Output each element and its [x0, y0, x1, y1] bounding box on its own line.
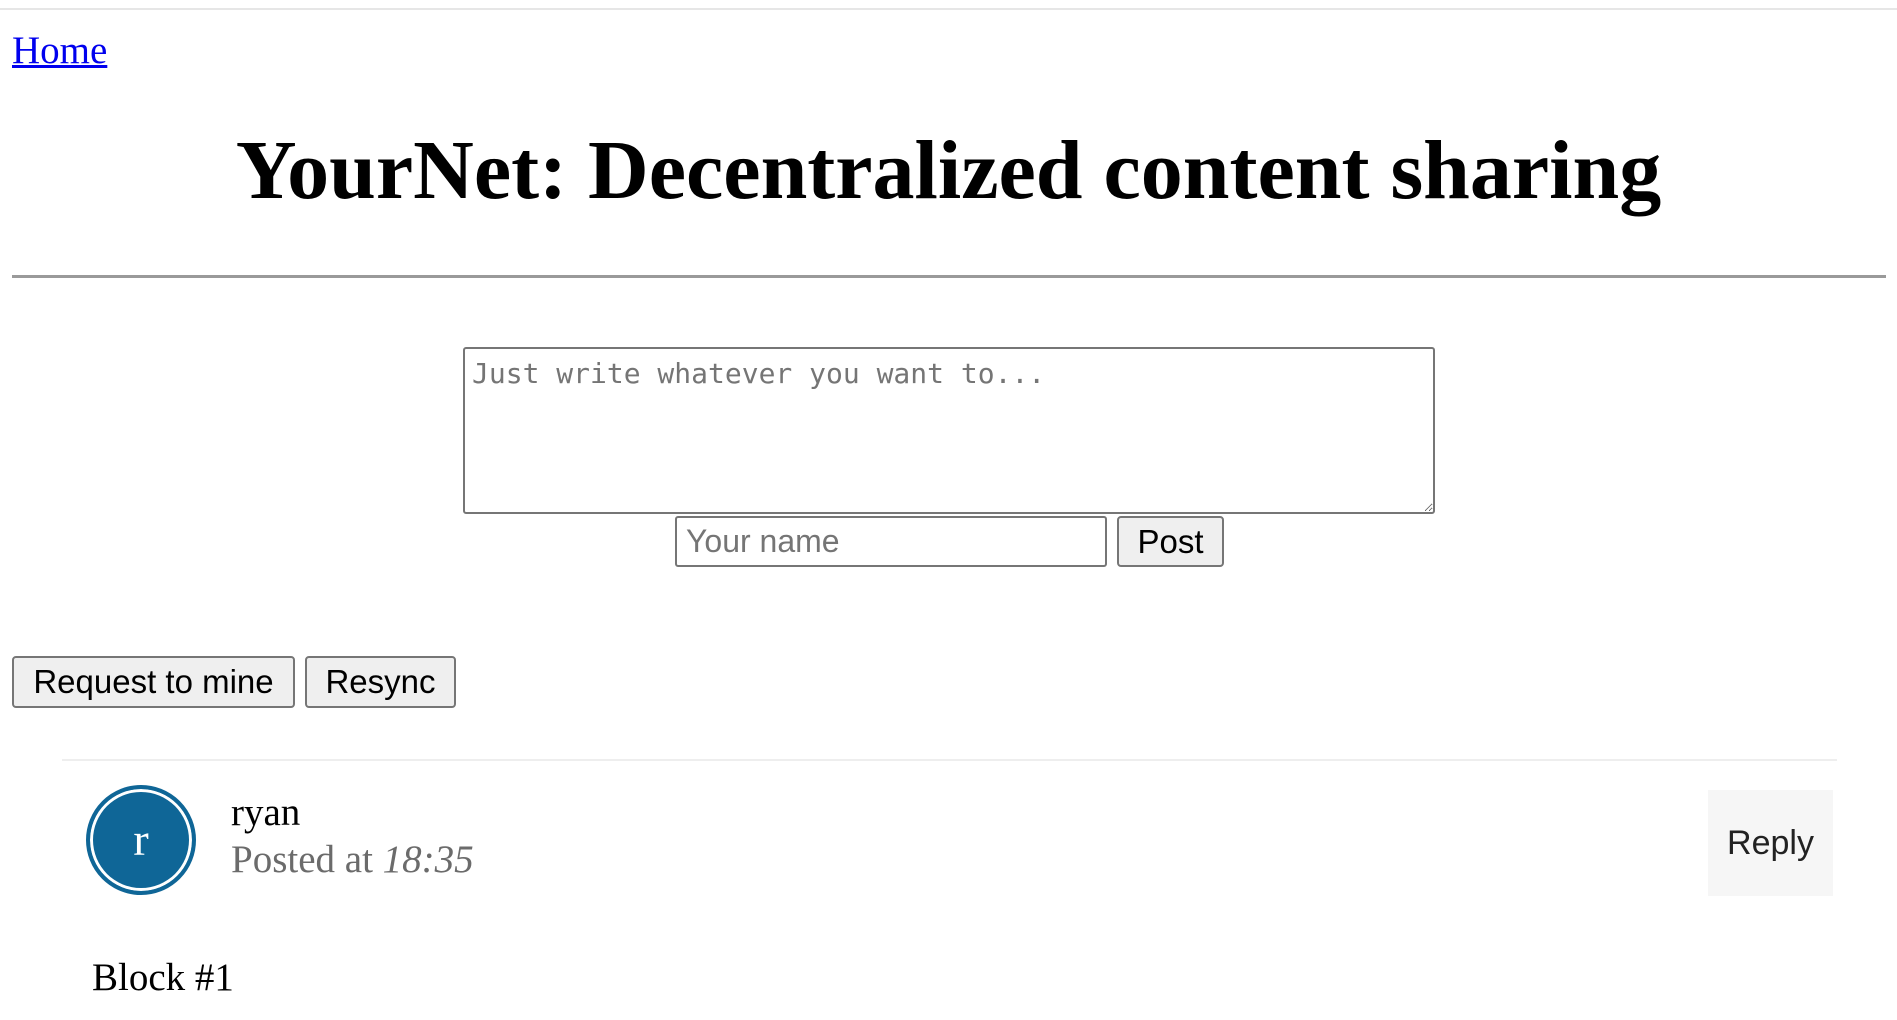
name-input[interactable] [675, 516, 1107, 567]
top-border [0, 8, 1897, 10]
post-time: 18:35 [382, 838, 474, 881]
request-to-mine-button[interactable]: Request to mine [12, 656, 295, 708]
post-content-textarea[interactable] [463, 347, 1435, 514]
page-title: YourNet: Decentralized content sharing [235, 124, 1662, 217]
post-meta: Posted at 18:35 [231, 837, 474, 882]
post-author: ryan [231, 791, 301, 834]
post-button[interactable]: Post [1117, 516, 1224, 567]
post-body: Block #1 [92, 956, 234, 999]
posted-at-label: Posted at [231, 838, 373, 881]
title-divider [12, 275, 1886, 278]
avatar: r [86, 785, 196, 895]
resync-button[interactable]: Resync [305, 656, 456, 708]
home-link[interactable]: Home [12, 28, 107, 73]
post-separator [62, 759, 1837, 761]
reply-button[interactable]: Reply [1708, 790, 1833, 896]
